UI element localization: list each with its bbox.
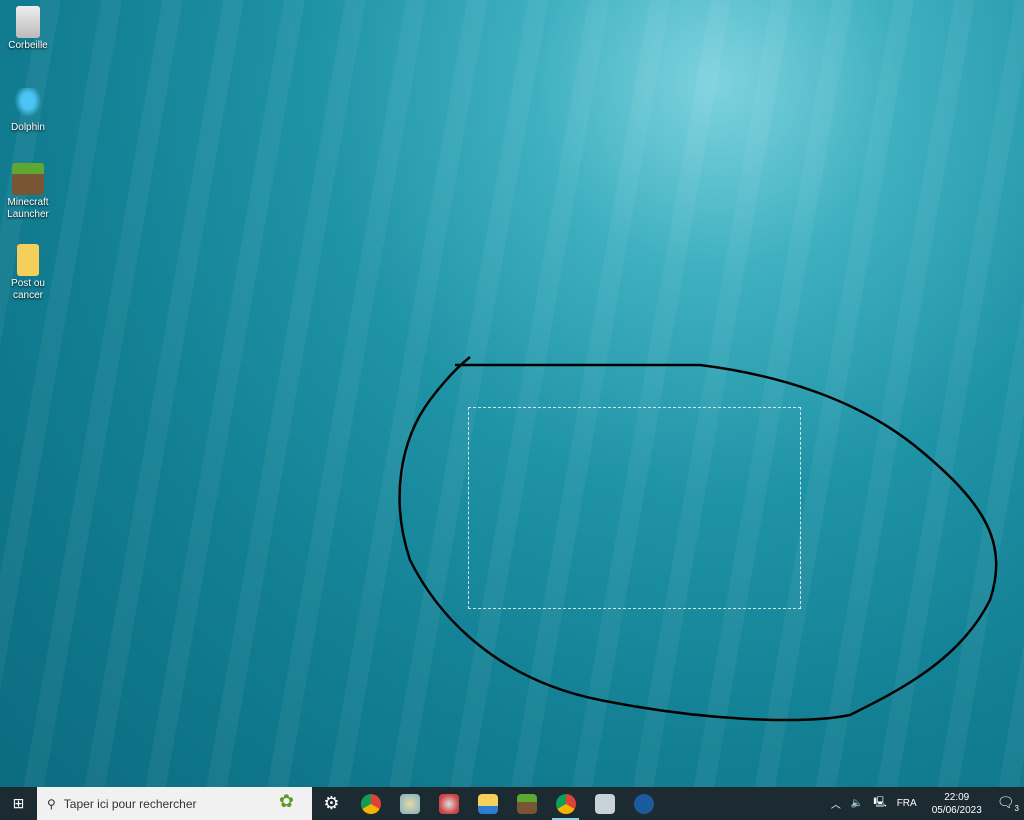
system-tray: ︿ 🔈 🖳 FRA 22:09 05/06/2023 🗨3: [826, 787, 1024, 820]
snipping-icon: [438, 793, 459, 814]
gear-icon: ⚙: [323, 793, 340, 813]
folder-icon: [477, 793, 498, 814]
plant-icon: ✿: [278, 791, 294, 811]
network-icon[interactable]: 🖳: [873, 795, 886, 812]
taskbar-chrome-profile[interactable]: [546, 787, 585, 820]
taskbar-file-explorer[interactable]: [468, 787, 507, 820]
taskbar-settings[interactable]: ⚙: [312, 787, 351, 820]
chrome-icon: [360, 793, 381, 814]
paint-icon: [399, 793, 420, 814]
windows-icon: ⊞: [12, 795, 25, 811]
taskbar-snipping[interactable]: [429, 787, 468, 820]
taskbar-monitor[interactable]: [585, 787, 624, 820]
taskbar-minecraft[interactable]: [507, 787, 546, 820]
notification-button[interactable]: 🗨3: [997, 794, 1019, 813]
monitor-icon: [594, 793, 615, 814]
search-icon: ⚲: [47, 796, 56, 811]
start-button[interactable]: ⊞: [0, 787, 37, 820]
language-indicator[interactable]: FRA: [897, 798, 917, 809]
chrome-icon: [555, 793, 576, 814]
drawn-ellipse: [398, 356, 998, 722]
minecraft-icon: [516, 793, 537, 814]
clock[interactable]: 22:09 05/06/2023: [932, 791, 982, 817]
taskbar-steam[interactable]: [624, 787, 663, 820]
taskbar-chrome[interactable]: [351, 787, 390, 820]
taskbar-paint[interactable]: [390, 787, 429, 820]
taskbar: ⊞ ⚲ Taper ici pour rechercher ✿ ⚙ ︿ 🔈 🖳 FR…: [0, 787, 1024, 820]
steam-icon: [633, 793, 654, 814]
chevron-up-icon[interactable]: ︿: [831, 796, 841, 811]
volume-icon[interactable]: 🔈: [851, 798, 863, 809]
search-box[interactable]: ⚲ Taper ici pour rechercher ✿: [37, 787, 312, 820]
